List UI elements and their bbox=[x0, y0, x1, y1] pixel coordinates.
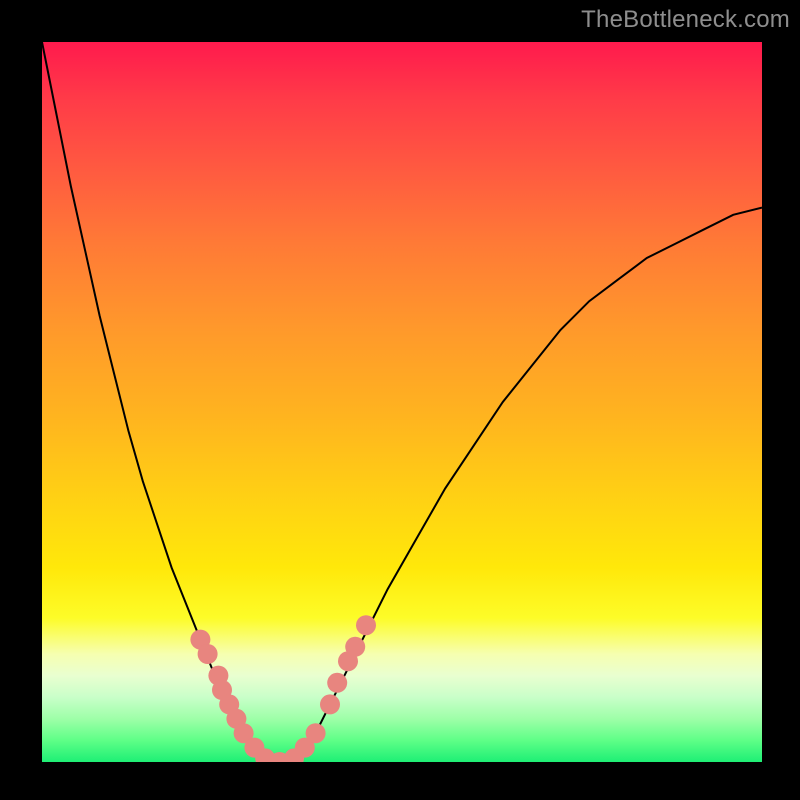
bottleneck-curve bbox=[42, 42, 762, 762]
highlight-dot bbox=[345, 637, 365, 657]
plot-area bbox=[42, 42, 762, 762]
highlight-dot bbox=[320, 694, 340, 714]
highlight-dot bbox=[327, 673, 347, 693]
chart-frame: TheBottleneck.com bbox=[0, 0, 800, 800]
highlight-dot bbox=[198, 644, 218, 664]
curve-svg bbox=[42, 42, 762, 762]
highlight-dot bbox=[356, 615, 376, 635]
watermark-text: TheBottleneck.com bbox=[581, 6, 790, 34]
highlight-dots-group bbox=[190, 615, 376, 762]
highlight-dot bbox=[306, 723, 326, 743]
